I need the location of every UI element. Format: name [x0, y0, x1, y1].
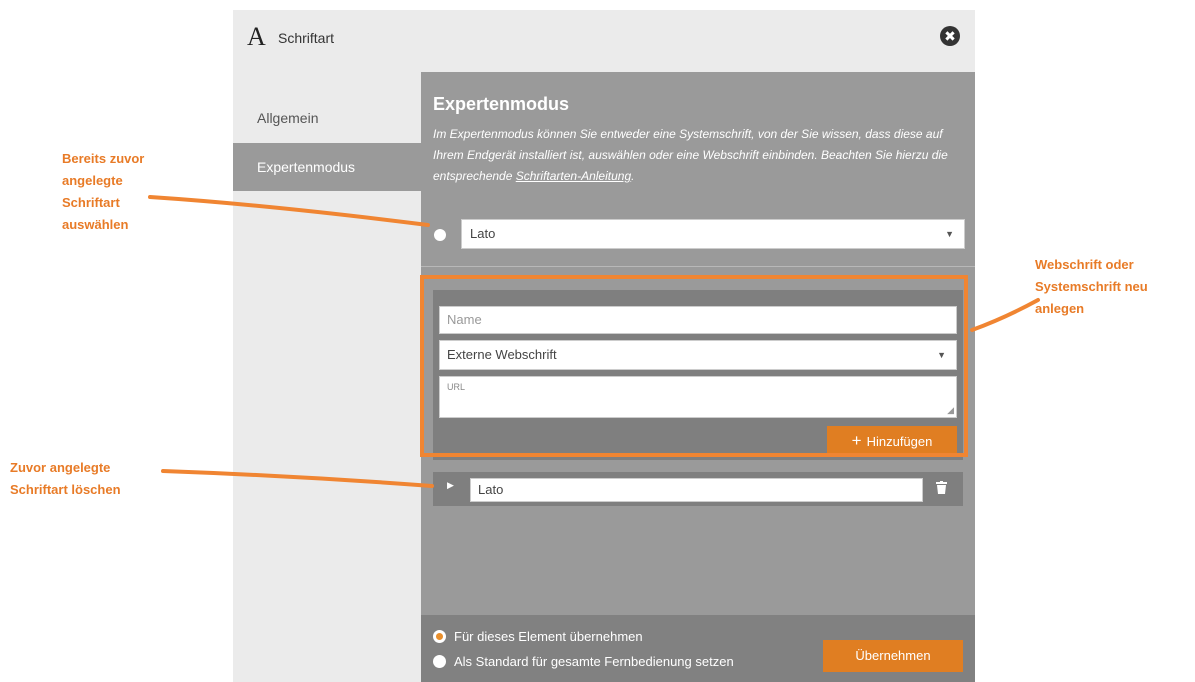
annotation-select-existing: Bereits zuvor angelegte Schriftart auswä… [62, 151, 145, 232]
annotation-delete-existing: Zuvor angelegte Schriftart löschen [10, 460, 121, 497]
annotation-create-new: Webschrift oder Systemschrift neu anlege… [1035, 257, 1148, 316]
annotation-lines [148, 195, 1040, 488]
